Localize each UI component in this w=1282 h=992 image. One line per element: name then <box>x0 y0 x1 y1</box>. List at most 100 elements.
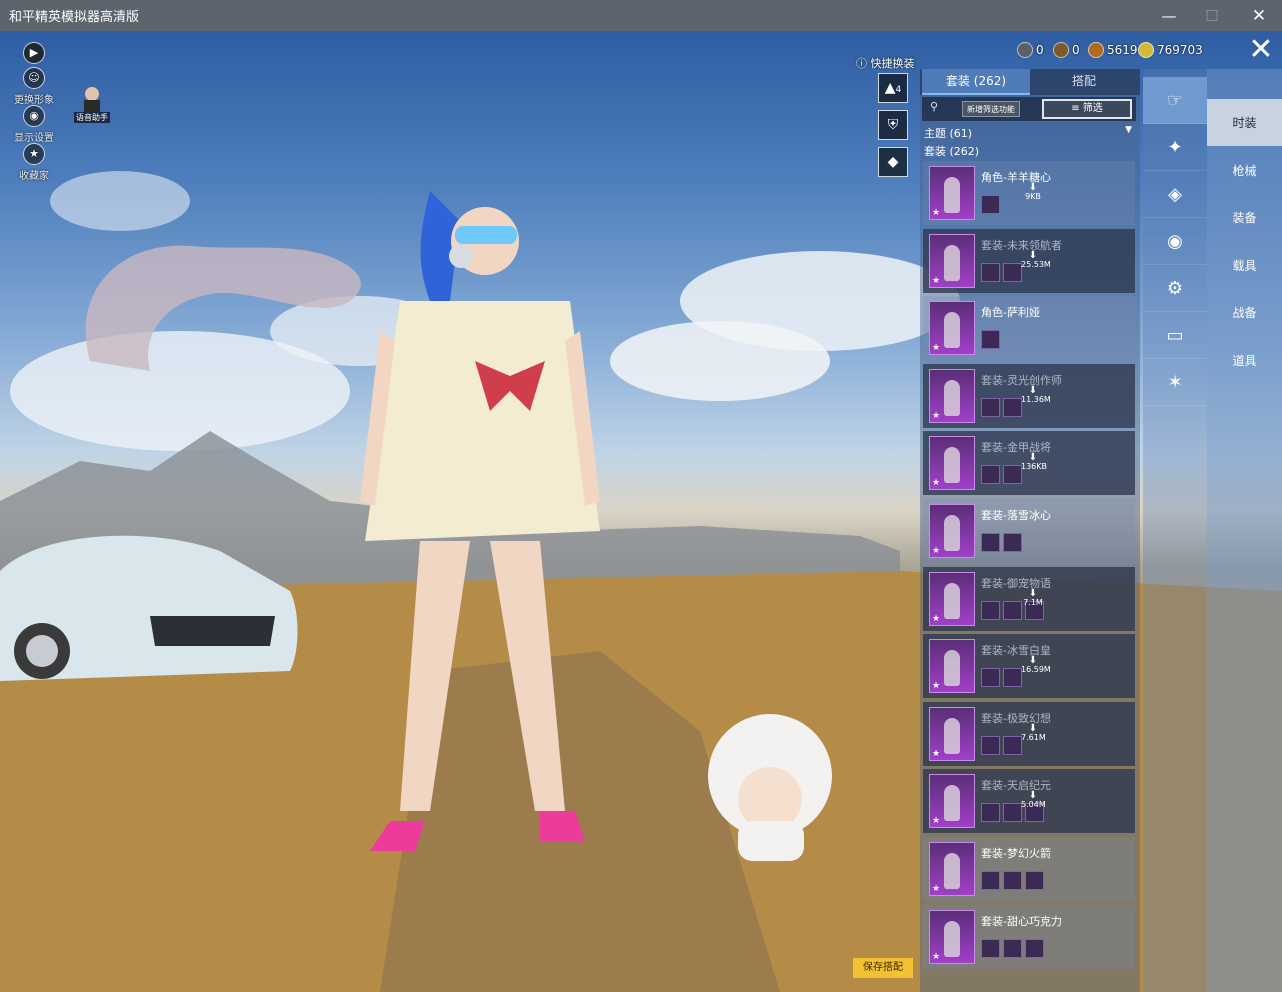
outfit-part-thumb[interactable] <box>1025 938 1044 958</box>
new-filter-badge: 新增筛选功能 <box>962 101 1020 117</box>
outfit-item[interactable]: ★ 套装-极致幻想 ⬇ 7.61M <box>923 701 1135 766</box>
menu-item[interactable]: 战备 <box>1207 289 1282 336</box>
outfit-part-thumb[interactable] <box>981 668 1000 688</box>
outfit-item[interactable]: ★ 套装-灵光创作师 ⬇ 11.36M <box>923 363 1135 428</box>
cloud <box>610 321 830 401</box>
currency-3: 5619 <box>1088 41 1138 59</box>
outfit-part-thumb[interactable] <box>981 735 1000 755</box>
outfit-parts <box>981 195 1000 214</box>
gear-icon[interactable]: ◈ <box>1143 171 1207 218</box>
menu-item[interactable]: 载具 <box>1207 242 1282 289</box>
outfit-part-thumb[interactable] <box>1025 870 1044 890</box>
change-avatar-button[interactable]: ☺ 更换形象 <box>2 67 66 106</box>
quick-change-text: 快捷换装 <box>870 57 915 70</box>
tab-suits[interactable]: 套装 (262) <box>922 69 1030 95</box>
vehicle-icon[interactable]: ⚙ <box>1143 265 1207 312</box>
outfit-part-thumb[interactable] <box>981 330 1000 350</box>
currency-2-value: 0 <box>1072 43 1080 57</box>
outfit-icon[interactable]: ☞ <box>1143 77 1207 124</box>
search-icon[interactable]: ⚲ <box>930 100 938 113</box>
outfit-part-thumb[interactable] <box>981 465 1000 485</box>
outfit-item[interactable]: ★ 套装-落雪冰心 <box>923 498 1135 563</box>
quick-change-slot-button[interactable]: ▲4 <box>878 73 908 103</box>
category-bar: ☞ ✦ ◈ ◉ ⚙ ▭ ✶ <box>1143 69 1207 992</box>
voice-assistant-button[interactable]: 语音助手 <box>72 84 112 124</box>
star-icon: ★ <box>932 208 941 218</box>
outfit-thumbnail: ★ <box>929 639 975 694</box>
outfit-item[interactable]: ★ 套装-御宠物语 ⬇ 7.1M <box>923 566 1135 631</box>
tab-matching[interactable]: 搭配 <box>1030 69 1138 95</box>
title-bar: 和平精英模拟器高清版 — ☐ ✕ <box>0 0 1282 31</box>
outfit-part-thumb[interactable] <box>1003 938 1022 958</box>
download-button[interactable]: ⬇ 16.59M <box>1021 656 1051 675</box>
filter-button[interactable]: ≡ 筛选 <box>1042 99 1132 119</box>
theme-dropdown[interactable]: 主题 (61) ▼ <box>924 125 1136 141</box>
car-grille <box>150 616 275 646</box>
outfit-parts <box>981 532 1022 552</box>
download-button[interactable]: ⬇ 7.1M <box>1021 588 1045 607</box>
outfit-thumbnail: ★ <box>929 436 975 491</box>
collector-button[interactable]: ★ 收藏家 <box>2 143 66 182</box>
outfit-item[interactable]: ★ 套装-未来领航者 ⬇ 25.53M <box>923 228 1135 293</box>
maximize-icon[interactable]: ☐ <box>1189 0 1235 31</box>
outfit-thumbnail: ★ <box>929 233 975 288</box>
menu-item[interactable]: 道具 <box>1207 337 1282 384</box>
outfit-part-thumb[interactable] <box>1003 668 1022 688</box>
outfit-part-thumb[interactable] <box>1003 397 1022 417</box>
expand-button[interactable]: ▶ <box>23 42 45 64</box>
star-icon: ★ <box>932 681 941 692</box>
outfit-figure <box>944 244 960 281</box>
quick-change-emblem-button[interactable]: ⛨ <box>878 110 908 140</box>
emote-icon[interactable]: ✶ <box>1143 359 1207 406</box>
outfit-part-thumb[interactable] <box>1003 735 1022 755</box>
download-button[interactable]: ⬇ 9KB <box>1021 183 1045 202</box>
outfit-item[interactable]: ★ 套装-天启纪元 ⬇ 5.04M <box>923 769 1135 834</box>
assistant-avatar <box>84 87 100 114</box>
mask-icon[interactable]: ◉ <box>1143 218 1207 265</box>
outfit-part-thumb[interactable] <box>1003 803 1022 823</box>
weapon-icon[interactable]: ✦ <box>1143 124 1207 171</box>
outfit-part-thumb[interactable] <box>981 532 1000 552</box>
display-settings-button[interactable]: ◉ 显示设置 <box>2 105 66 144</box>
close-icon[interactable]: ✕ <box>1236 0 1282 31</box>
car-wheel-rim <box>26 635 58 667</box>
outfit-item[interactable]: ★ 角色-萨利娅 <box>923 296 1135 361</box>
outfit-item[interactable]: ★ 套装-梦幻火箭 <box>923 836 1135 901</box>
outfit-part-thumb[interactable] <box>981 870 1000 890</box>
outfit-part-thumb[interactable] <box>981 803 1000 823</box>
save-outfit-button[interactable]: 保存搭配 <box>853 958 913 978</box>
outfit-part-thumb[interactable] <box>1003 532 1022 552</box>
quick-change-label[interactable]: ⓘ 快捷换装 <box>856 55 915 71</box>
download-button[interactable]: ⬇ 7.61M <box>1021 723 1046 742</box>
download-button[interactable]: ⬇ 136KB <box>1021 453 1047 472</box>
outfit-part-thumb[interactable] <box>981 938 1000 958</box>
outfit-item[interactable]: ★ 套装-甜心巧克力 <box>923 904 1135 969</box>
quick-change-diamond-button[interactable]: ◆ <box>878 147 908 177</box>
outfit-part-thumb[interactable] <box>981 397 1000 417</box>
menu-item[interactable]: 枪械 <box>1207 147 1282 194</box>
menu-item[interactable]: 装备 <box>1207 194 1282 241</box>
outfit-item[interactable]: ★ 套装-金甲战将 ⬇ 136KB <box>923 431 1135 496</box>
menu-item[interactable]: 时装 <box>1207 99 1282 146</box>
close-panel-icon[interactable]: ✕ <box>1245 35 1277 68</box>
outfit-part-thumb[interactable] <box>1003 465 1022 485</box>
window-title: 和平精英模拟器高清版 <box>9 10 140 25</box>
outfit-part-thumb[interactable] <box>1003 870 1022 890</box>
outfit-part-thumb[interactable] <box>981 600 1000 620</box>
outfit-parts <box>981 735 1022 755</box>
pants-icon[interactable]: ▭ <box>1143 312 1207 359</box>
minimize-icon[interactable]: — <box>1146 0 1192 31</box>
game-viewport: ▶ ☺ 更换形象 ◉ 显示设置 ★ 收藏家 语音助手 0 0 5619 7697… <box>0 31 1282 992</box>
currency-4-value: 769703 <box>1157 43 1203 57</box>
outfit-part-thumb[interactable] <box>981 195 1000 214</box>
outfit-part-thumb[interactable] <box>1003 262 1022 282</box>
download-button[interactable]: ⬇ 11.36M <box>1021 385 1051 404</box>
download-button[interactable]: ⬇ 5.04M <box>1021 791 1046 810</box>
download-button[interactable]: ⬇ 25.53M <box>1021 250 1051 269</box>
outfit-item[interactable]: ★ 角色-羊羊糖心 ⬇ 9KB <box>923 161 1135 225</box>
outfit-part-thumb[interactable] <box>1003 600 1022 620</box>
download-size: 25.53M <box>1021 259 1051 269</box>
star-icon: ★ <box>932 545 941 556</box>
outfit-part-thumb[interactable] <box>981 262 1000 282</box>
outfit-item[interactable]: ★ 套装-冰雪白皇 ⬇ 16.59M <box>923 634 1135 699</box>
